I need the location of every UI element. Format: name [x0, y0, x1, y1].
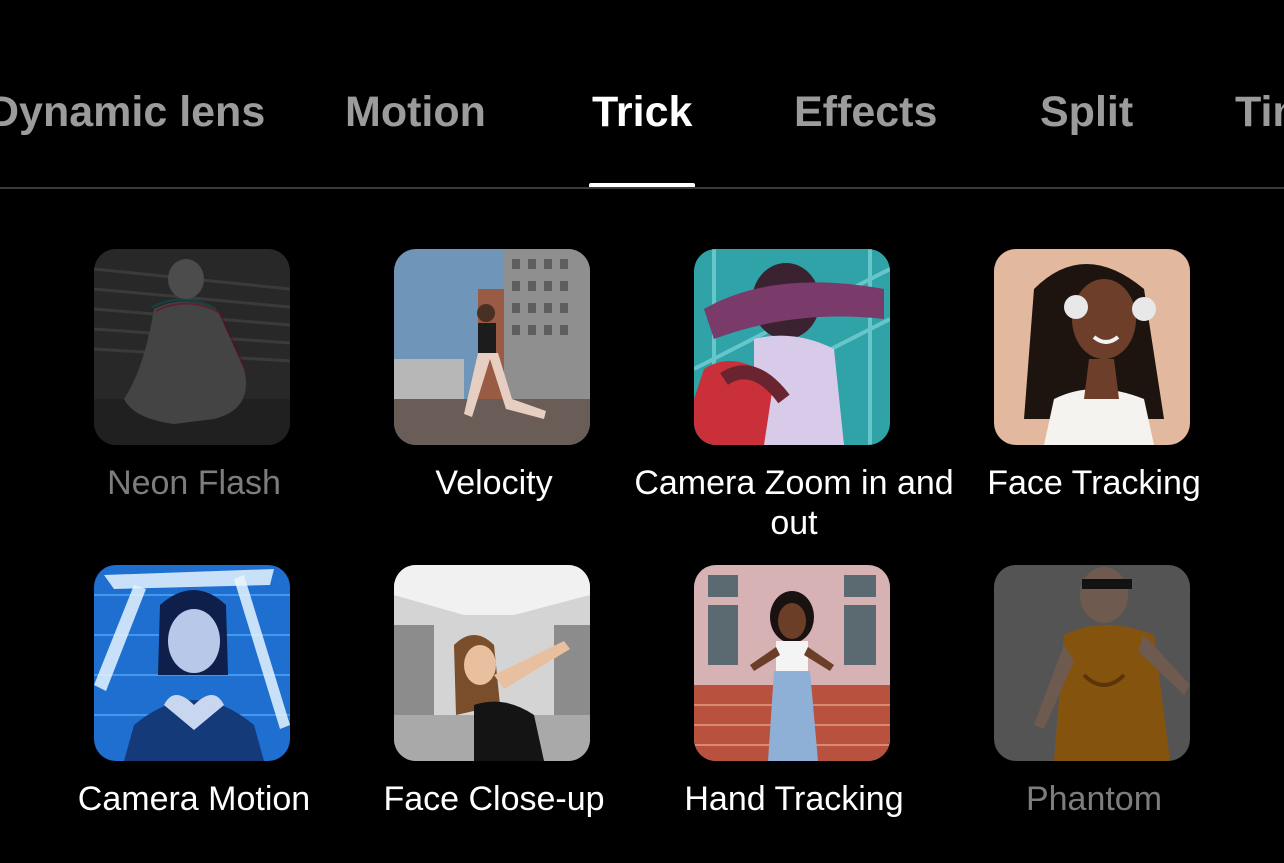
velocity-thumbnail	[394, 249, 590, 445]
face-tracking-thumbnail	[994, 249, 1190, 445]
camera-zoom-thumbnail	[694, 249, 890, 445]
effect-label: Phantom	[1025, 780, 1163, 818]
hand-tracking-thumbnail	[694, 565, 890, 761]
active-tab-indicator	[589, 183, 695, 187]
tab-motion[interactable]: Motion	[345, 84, 486, 140]
effect-label: Face Tracking	[987, 464, 1201, 502]
category-tab-bar: Dynamic lens Motion Trick Effects Split …	[0, 0, 1284, 189]
tab-trick[interactable]: Trick	[592, 84, 692, 140]
tab-dynamic-lens[interactable]: Dynamic lens	[0, 84, 265, 140]
face-close-up-thumbnail	[394, 565, 590, 761]
tab-time[interactable]: Time	[1235, 84, 1284, 140]
camera-motion-thumbnail	[94, 565, 290, 761]
phantom-thumbnail	[994, 565, 1190, 761]
neon-flash-thumbnail	[94, 249, 290, 445]
tab-effects[interactable]: Effects	[794, 84, 937, 140]
tab-split[interactable]: Split	[1040, 84, 1133, 140]
